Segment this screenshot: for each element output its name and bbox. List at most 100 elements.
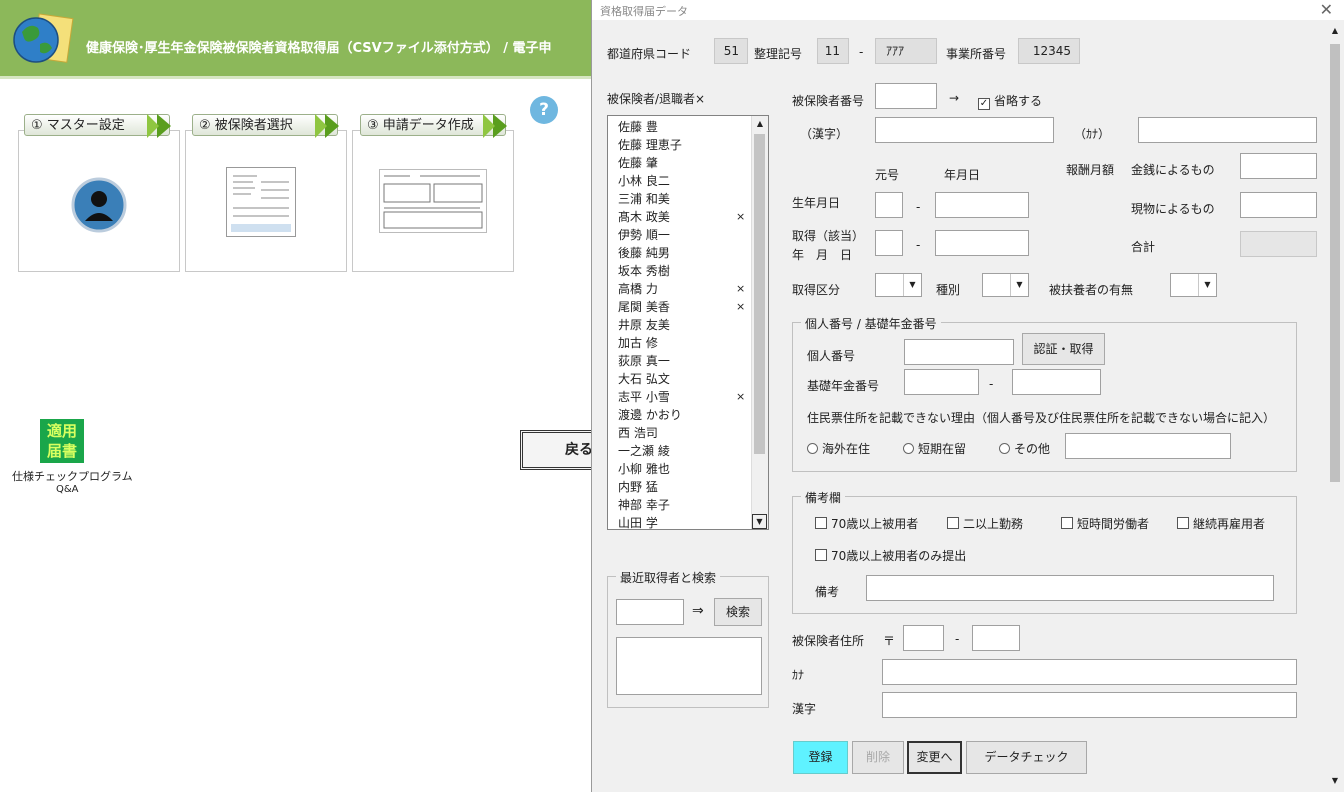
list-item[interactable]: 佐藤 豊: [618, 118, 738, 136]
data-check-button[interactable]: データチェック: [966, 741, 1087, 774]
list-item[interactable]: 山田 学: [618, 514, 738, 529]
dialog-titlebar: 資格取得届データ ✕: [592, 0, 1344, 20]
list-item[interactable]: 西 浩司: [618, 424, 738, 442]
chk-short-time[interactable]: 短時間労働者: [1061, 515, 1149, 532]
dependents-combo[interactable]: ▼: [1170, 273, 1217, 297]
chevron-down-icon[interactable]: ▼: [1198, 274, 1216, 296]
list-item[interactable]: 伊勢 順一: [618, 226, 738, 244]
remarks-input[interactable]: [866, 575, 1274, 601]
step-tab-create[interactable]: ③ 申請データ作成: [360, 114, 507, 138]
name-kanji-input[interactable]: [875, 117, 1054, 143]
address-kanji-input[interactable]: [882, 692, 1297, 718]
salary-kind-input[interactable]: [1240, 192, 1317, 218]
scroll-up-icon[interactable]: ▲: [1326, 26, 1344, 40]
salary-cash-input[interactable]: [1240, 153, 1317, 179]
scroll-up-icon[interactable]: ▲: [752, 116, 768, 132]
dash: -: [989, 377, 994, 391]
employee-name: 一之瀬 綾: [618, 444, 670, 458]
scroll-thumb[interactable]: [754, 134, 765, 454]
list-item[interactable]: 井原 友美: [618, 316, 738, 334]
acq-type-combo[interactable]: ▼: [875, 273, 922, 297]
employee-listbox[interactable]: 佐藤 豊佐藤 理恵子佐藤 肇小林 良二 三浦 和美 髙木 政美 × 伊勢 順一 後藤 純男…: [607, 115, 769, 530]
list-item[interactable]: 高橋 力 ×: [618, 280, 745, 298]
search-button[interactable]: 検索: [714, 598, 762, 626]
chevron-right-icon: [315, 114, 327, 138]
list-item[interactable]: 後藤 純男: [618, 244, 738, 262]
check-icon: ✓: [978, 98, 990, 110]
list-scrollbar[interactable]: ▲ ▼: [751, 116, 768, 529]
list-item[interactable]: 髙木 政美 ×: [618, 208, 745, 226]
scroll-down-icon[interactable]: ▼: [1326, 776, 1344, 790]
step-tab-select[interactable]: ② 被保険者選択: [192, 114, 339, 138]
list-item[interactable]: 渡邊 かおり: [618, 406, 738, 424]
list-item[interactable]: 佐藤 肇: [618, 154, 738, 172]
list-item[interactable]: 志平 小雪 ×: [618, 388, 745, 406]
birth-date-input[interactable]: [935, 192, 1029, 218]
step-tab-master[interactable]: ① マスター設定: [24, 114, 171, 138]
help-icon[interactable]: ?: [530, 96, 558, 124]
chevron-right-icon: [483, 114, 495, 138]
list-item[interactable]: 内野 猛: [618, 478, 738, 496]
pension-number-input-2[interactable]: [1012, 369, 1101, 395]
change-button[interactable]: 変更へ: [907, 741, 962, 774]
recent-results-box[interactable]: [616, 637, 762, 695]
list-item[interactable]: 一之瀬 綾: [618, 442, 738, 460]
name-kana-input[interactable]: [1138, 117, 1317, 143]
cash-label: 金銭によるもの: [1131, 163, 1215, 177]
list-item[interactable]: 小柳 雅也: [618, 460, 738, 478]
checker-program-label[interactable]: 仕様チェックプログラム: [12, 468, 133, 484]
list-item[interactable]: 小林 良二: [618, 172, 738, 190]
seiri-number-field: 11: [817, 38, 849, 64]
chevron-down-icon[interactable]: ▼: [1010, 274, 1028, 296]
list-item[interactable]: 佐藤 理恵子: [618, 136, 738, 154]
acq-era-input[interactable]: [875, 230, 903, 256]
chk-70-only[interactable]: 70歳以上被用者のみ提出: [815, 547, 966, 564]
chk-rehire[interactable]: 継続再雇用者: [1177, 515, 1265, 532]
postal-code-2[interactable]: [972, 625, 1020, 651]
remarks-caption: 備考欄: [801, 489, 846, 506]
step-card-master[interactable]: [18, 130, 180, 272]
list-item[interactable]: 神部 幸子: [618, 496, 738, 514]
step-card-create[interactable]: [352, 130, 514, 272]
recent-search-caption: 最近取得者と検索: [616, 569, 721, 586]
radio-short-label: 短期在留: [918, 442, 967, 456]
scroll-thumb[interactable]: [1330, 44, 1340, 482]
seiri-label: 整理記号: [754, 47, 803, 61]
scroll-down-icon[interactable]: ▼: [752, 514, 767, 529]
auth-acquire-button[interactable]: 認証・取得: [1022, 333, 1105, 365]
birth-era-input[interactable]: [875, 192, 903, 218]
acq-date-input[interactable]: [935, 230, 1029, 256]
insured-number-input[interactable]: [875, 83, 937, 109]
postal-code-1[interactable]: [903, 625, 944, 651]
employee-name: 坂本 秀樹: [618, 264, 670, 278]
radio-short-stay[interactable]: 短期在留: [903, 440, 966, 457]
step-card-select[interactable]: [185, 130, 347, 272]
list-item[interactable]: 加古 修: [618, 334, 738, 352]
other-reason-input[interactable]: [1065, 433, 1231, 459]
mynumber-frame: 個人番号 / 基礎年金番号 個人番号 認証・取得 基礎年金番号 - 住民票住所を…: [792, 315, 1297, 472]
chk-70-over[interactable]: 70歳以上被用者: [815, 515, 918, 532]
omit-checkbox[interactable]: ✓ 省略する: [978, 92, 1042, 110]
employee-name: 佐藤 理恵子: [618, 138, 682, 152]
category-combo[interactable]: ▼: [982, 273, 1029, 297]
list-item[interactable]: 坂本 秀樹: [618, 262, 738, 280]
radio-other[interactable]: その他: [999, 440, 1050, 457]
delete-button[interactable]: 削除: [852, 741, 904, 774]
dialog-scrollbar[interactable]: ▲ ▼: [1326, 20, 1344, 792]
register-button[interactable]: 登録: [793, 741, 848, 774]
mynumber-input[interactable]: [904, 339, 1014, 365]
address-kana-input[interactable]: [882, 659, 1297, 685]
list-item[interactable]: 尾関 美香 ×: [618, 298, 745, 316]
recent-search-input[interactable]: [616, 599, 684, 625]
back-button[interactable]: 戻る: [520, 430, 600, 470]
list-item[interactable]: 三浦 和美: [618, 190, 738, 208]
list-item[interactable]: 荻原 真一: [618, 352, 738, 370]
chevron-down-icon[interactable]: ▼: [903, 274, 921, 296]
pension-number-input-1[interactable]: [904, 369, 979, 395]
list-item[interactable]: 大石 弘文: [618, 370, 738, 388]
radio-icon: [903, 443, 914, 454]
close-icon[interactable]: ✕: [1320, 0, 1333, 19]
radio-abroad[interactable]: 海外在住: [807, 440, 870, 457]
checker-program-icon[interactable]: 適用届書: [40, 419, 84, 463]
chk-multi-work[interactable]: 二以上勤務: [947, 515, 1023, 532]
